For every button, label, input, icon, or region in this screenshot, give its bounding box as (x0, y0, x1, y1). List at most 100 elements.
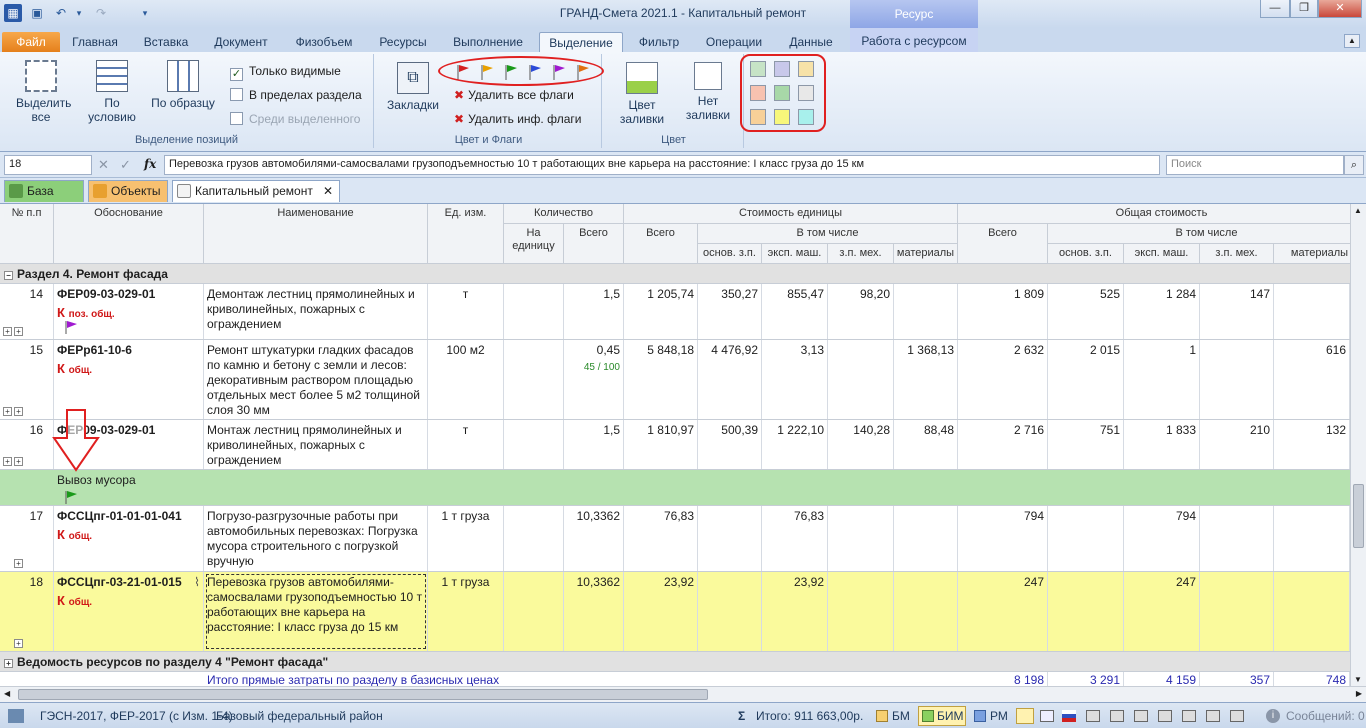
tab-phys-volume[interactable]: Физобъем (286, 32, 362, 52)
expand-icon[interactable]: + (14, 407, 23, 416)
search-input[interactable]: Поиск (1166, 155, 1344, 175)
header-unit-total[interactable]: Всего (624, 224, 698, 264)
bm-button[interactable]: БМ (892, 709, 910, 723)
header-materials-2[interactable]: материалы (1274, 244, 1350, 264)
minimize-button[interactable]: — (1260, 0, 1290, 18)
scroll-down-icon[interactable]: ▼ (1354, 675, 1362, 684)
by-condition-button[interactable]: По условию (80, 60, 144, 124)
cell-reference-field[interactable]: 18 (4, 155, 92, 175)
expand-icon[interactable]: + (14, 457, 23, 466)
expand-icon[interactable]: + (14, 639, 23, 648)
resources-section-header[interactable]: + Ведомость ресурсов по разделу 4 "Ремонт… (0, 652, 1350, 672)
header-qty-per-unit[interactable]: На единицу (504, 224, 564, 264)
tool-icon[interactable] (1206, 710, 1220, 722)
vertical-scrollbar[interactable]: ▲ ▼ (1350, 204, 1366, 686)
tab-objects[interactable]: Объекты (88, 180, 168, 202)
no-fill-button[interactable]: Нет заливки (678, 62, 738, 122)
header-total-total[interactable]: Всего (958, 224, 1048, 264)
remove-info-flags-button[interactable]: ✖ Удалить инф. флаги (454, 110, 581, 128)
header-unit[interactable]: Ед. изм. (428, 204, 504, 264)
swatch-light-yellow[interactable] (798, 61, 814, 77)
tab-execution[interactable]: Выполнение (446, 32, 530, 52)
tab-base[interactable]: База (4, 180, 84, 202)
close-button[interactable]: ✕ (1318, 0, 1362, 18)
swatch-lavender[interactable] (774, 61, 790, 77)
collapse-icon[interactable]: − (4, 271, 13, 280)
header-base-wage-2[interactable]: основ. з.п. (1048, 244, 1124, 264)
header-num[interactable]: № п.п (0, 204, 54, 264)
tool-icon[interactable] (1158, 710, 1172, 722)
tab-filter[interactable]: Фильтр (630, 32, 688, 52)
table-row[interactable]: 17 + ФССЦпг-01-01-01-041 К общ. Погрузо-… (0, 506, 1350, 572)
scroll-left-icon[interactable]: ◀ (4, 689, 10, 698)
swatch-cyan[interactable] (798, 109, 814, 125)
tool-icon[interactable] (1110, 710, 1124, 722)
status-region[interactable]: Базовый федеральный район (216, 709, 383, 723)
group-row[interactable]: Вывоз мусора (0, 470, 1350, 506)
tab-resources[interactable]: Ресурсы (372, 32, 434, 52)
search-icon[interactable]: ⌕ (1344, 155, 1364, 175)
expand-icon[interactable]: + (14, 559, 23, 568)
expand-icon[interactable]: + (3, 407, 12, 416)
close-tab-icon[interactable]: ✕ (323, 181, 333, 201)
flag-ru-icon[interactable] (1062, 710, 1076, 722)
swatch-light-green[interactable] (750, 61, 766, 77)
tab-home[interactable]: Главная (66, 32, 124, 52)
scroll-thumb[interactable] (1353, 484, 1364, 548)
header-machines-2[interactable]: эксп. маш. (1124, 244, 1200, 264)
confirm-icon[interactable]: ✓ (120, 157, 131, 173)
within-section-checkbox[interactable]: В пределах раздела (230, 86, 362, 104)
rm-button[interactable]: РМ (990, 709, 1008, 723)
fill-color-button[interactable]: Цвет заливки (610, 62, 674, 126)
restore-button[interactable]: ❐ (1290, 0, 1318, 18)
table-row[interactable]: 14 + + ФЕР09-03-029-01 К поз. общ. Демонт… (0, 284, 1350, 340)
view-mode-icon[interactable] (1016, 708, 1034, 724)
table-row[interactable]: 16 + + ФЕР09-03-029-01 Монтаж лестниц пря… (0, 420, 1350, 470)
select-all-button[interactable]: Выделить все (6, 60, 76, 124)
swatch-green[interactable] (774, 85, 790, 101)
expand-icon[interactable]: + (4, 659, 13, 668)
header-mech-wage-2[interactable]: з.п. мех. (1200, 244, 1274, 264)
header-including[interactable]: В том числе (698, 224, 958, 244)
messages-count[interactable]: Сообщений: 0 (1286, 709, 1365, 723)
swatch-yellow[interactable] (774, 109, 790, 125)
remove-all-flags-button[interactable]: ✖ Удалить все флаги (454, 86, 574, 104)
header-machines[interactable]: эксп. маш. (762, 244, 828, 264)
bookmarks-button[interactable]: ⧉ Закладки (382, 62, 444, 112)
bim-button[interactable]: БИМ (918, 706, 966, 726)
expand-icon[interactable]: + (14, 327, 23, 336)
tool-icon[interactable] (1230, 710, 1244, 722)
only-visible-checkbox[interactable]: ✓ Только видимые (230, 62, 341, 81)
tool-icon[interactable] (1134, 710, 1148, 722)
swatch-orange[interactable] (750, 109, 766, 125)
tab-selection[interactable]: Выделение (539, 32, 623, 52)
tool-icon[interactable] (1182, 710, 1196, 722)
scroll-right-icon[interactable]: ▶ (1356, 689, 1362, 698)
info-icon[interactable]: i (1266, 709, 1280, 723)
status-base[interactable]: ГЭСН-2017, ФЕР-2017 (с Изм. 1-4) (40, 709, 233, 723)
by-sample-button[interactable]: По образцу (150, 60, 216, 110)
hscroll-thumb[interactable] (18, 689, 708, 700)
header-qty-total[interactable]: Всего (564, 224, 624, 264)
formula-text-field[interactable]: Перевозка грузов автомобилями-самосвалам… (164, 155, 1160, 175)
tab-resource-work[interactable]: Работа с ресурсом (850, 28, 978, 52)
header-including-2[interactable]: В том числе (1048, 224, 1350, 244)
cancel-icon[interactable]: ✕ (98, 157, 109, 173)
paperclip-icon[interactable]: ⌇ (194, 575, 200, 590)
scroll-up-icon[interactable]: ▲ (1354, 206, 1362, 215)
tab-operations[interactable]: Операции (698, 32, 770, 52)
section-header[interactable]: − Раздел 4. Ремонт фасада (0, 264, 1350, 284)
tab-data[interactable]: Данные (780, 32, 842, 52)
header-base-wage[interactable]: основ. з.п. (698, 244, 762, 264)
header-basis[interactable]: Обоснование (54, 204, 204, 264)
name-cell[interactable]: Перевозка грузов автомобилями-самосвалам… (204, 572, 428, 651)
function-icon[interactable]: fx (144, 157, 156, 171)
expand-icon[interactable]: + (3, 327, 12, 336)
table-row-selected[interactable]: 18 + ФССЦпг-03-21-01-015 К общ. ⌇ Перево… (0, 572, 1350, 652)
tool-icon[interactable] (1086, 710, 1100, 722)
among-selected-checkbox[interactable]: Среди выделенного (230, 110, 360, 128)
table-row[interactable]: 15 + + ФЕРр61-10-6 К общ. Ремонт штукатур… (0, 340, 1350, 420)
tab-insert[interactable]: Вставка (136, 32, 196, 52)
tab-capital-repair[interactable]: Капитальный ремонт ✕ (172, 180, 340, 202)
page-icon[interactable] (1040, 710, 1054, 722)
